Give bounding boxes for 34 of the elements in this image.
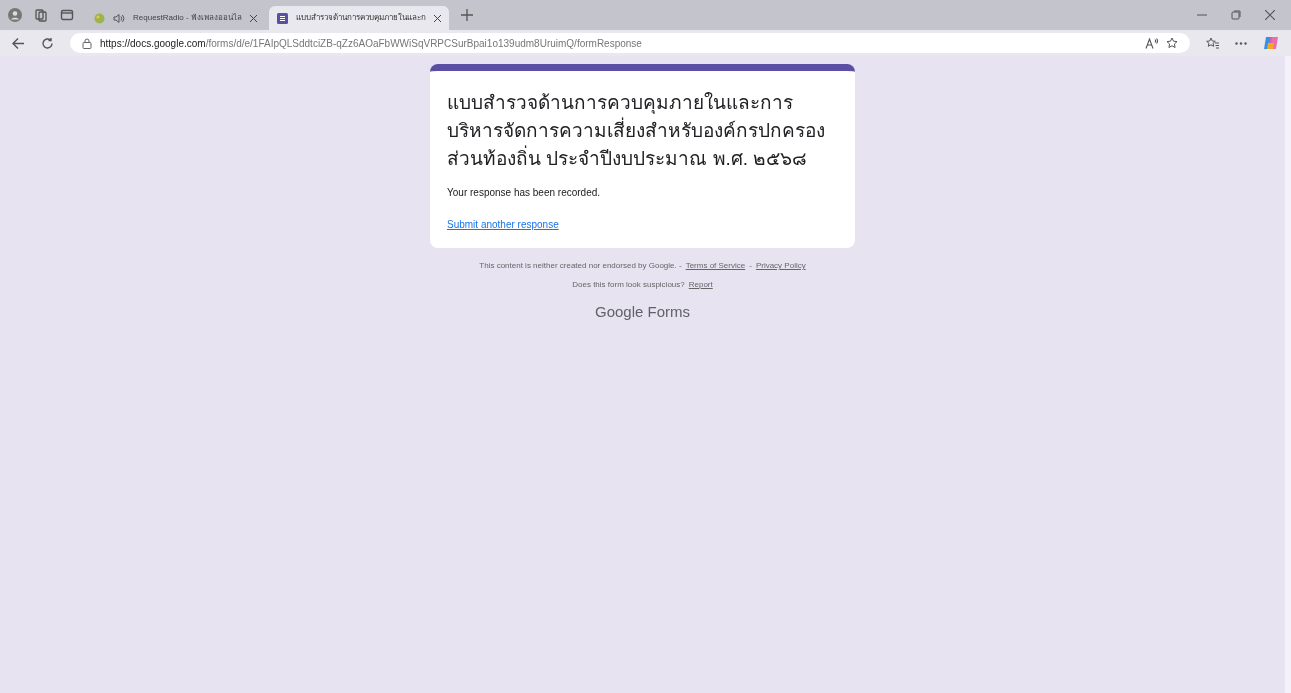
profile-icon[interactable]: [8, 8, 22, 22]
form-icon: [276, 12, 288, 24]
submit-another-link[interactable]: Submit another response: [447, 217, 559, 232]
terms-link[interactable]: Terms of Service: [685, 260, 746, 272]
url-text: https://docs.google.com/forms/d/e/1FAIpQLSddtciZB-qZz6AOaFbWWiSqVRPCSurBpai1o139udm8UruimQ/formResponse: [100, 36, 642, 51]
tab-title: RequestRadio - ฟังเพลงออนไล: [133, 12, 242, 24]
browser-tab[interactable]: RequestRadio - ฟังเพลงออนไล: [86, 6, 265, 30]
refresh-icon[interactable]: [41, 36, 54, 50]
more-icon[interactable]: [1235, 41, 1247, 45]
browser-tab[interactable]: แบบสำรวจด้านการควบคุมภายในและก: [268, 6, 449, 30]
close-icon[interactable]: [433, 14, 441, 22]
new-tab-icon[interactable]: [460, 9, 473, 21]
confirmation-message: Your response has been recorded.: [447, 186, 602, 200]
suspicious-text: Does this form look suspicious?: [572, 279, 685, 291]
tab-actions-icon[interactable]: [60, 8, 74, 22]
privacy-link[interactable]: Privacy Policy: [755, 260, 806, 272]
star-icon[interactable]: [1166, 37, 1178, 49]
close-icon[interactable]: [1265, 10, 1275, 20]
restore-icon[interactable]: [1231, 10, 1241, 20]
separator-text: -: [749, 260, 752, 272]
copilot-icon[interactable]: [1263, 35, 1279, 51]
read-aloud-icon[interactable]: [1145, 37, 1158, 49]
report-link[interactable]: Report: [688, 279, 713, 291]
favorites-icon[interactable]: [1206, 37, 1219, 49]
disclaimer-text: This content is neither created nor endorsed by Google. -: [479, 260, 682, 272]
address-bar[interactable]: https://docs.google.com/forms/d/e/1FAIpQLSddtciZB-qZz6AOaFbWWiSqVRPCSurBpai1o139udm8UruimQ/formResponse: [70, 33, 1190, 53]
google-forms-logo: Google Forms: [594, 302, 690, 322]
speaker-icon[interactable]: [113, 12, 125, 24]
lock-icon: [82, 37, 92, 49]
close-icon[interactable]: [249, 14, 257, 22]
back-icon[interactable]: [12, 36, 25, 50]
form-title: แบบสำรวจด้านการควบคุมภายในและการบริหารจัดการความเสี่ยงสำหรับองค์กรปกครองส่วนท้องถิ่น ประจำปีงบประมาณ พ.ศ. ๒๕๖๘: [447, 91, 826, 171]
tab-title: แบบสำรวจด้านการควบคุมภายในและก: [295, 12, 426, 24]
workspaces-icon[interactable]: [34, 8, 48, 22]
